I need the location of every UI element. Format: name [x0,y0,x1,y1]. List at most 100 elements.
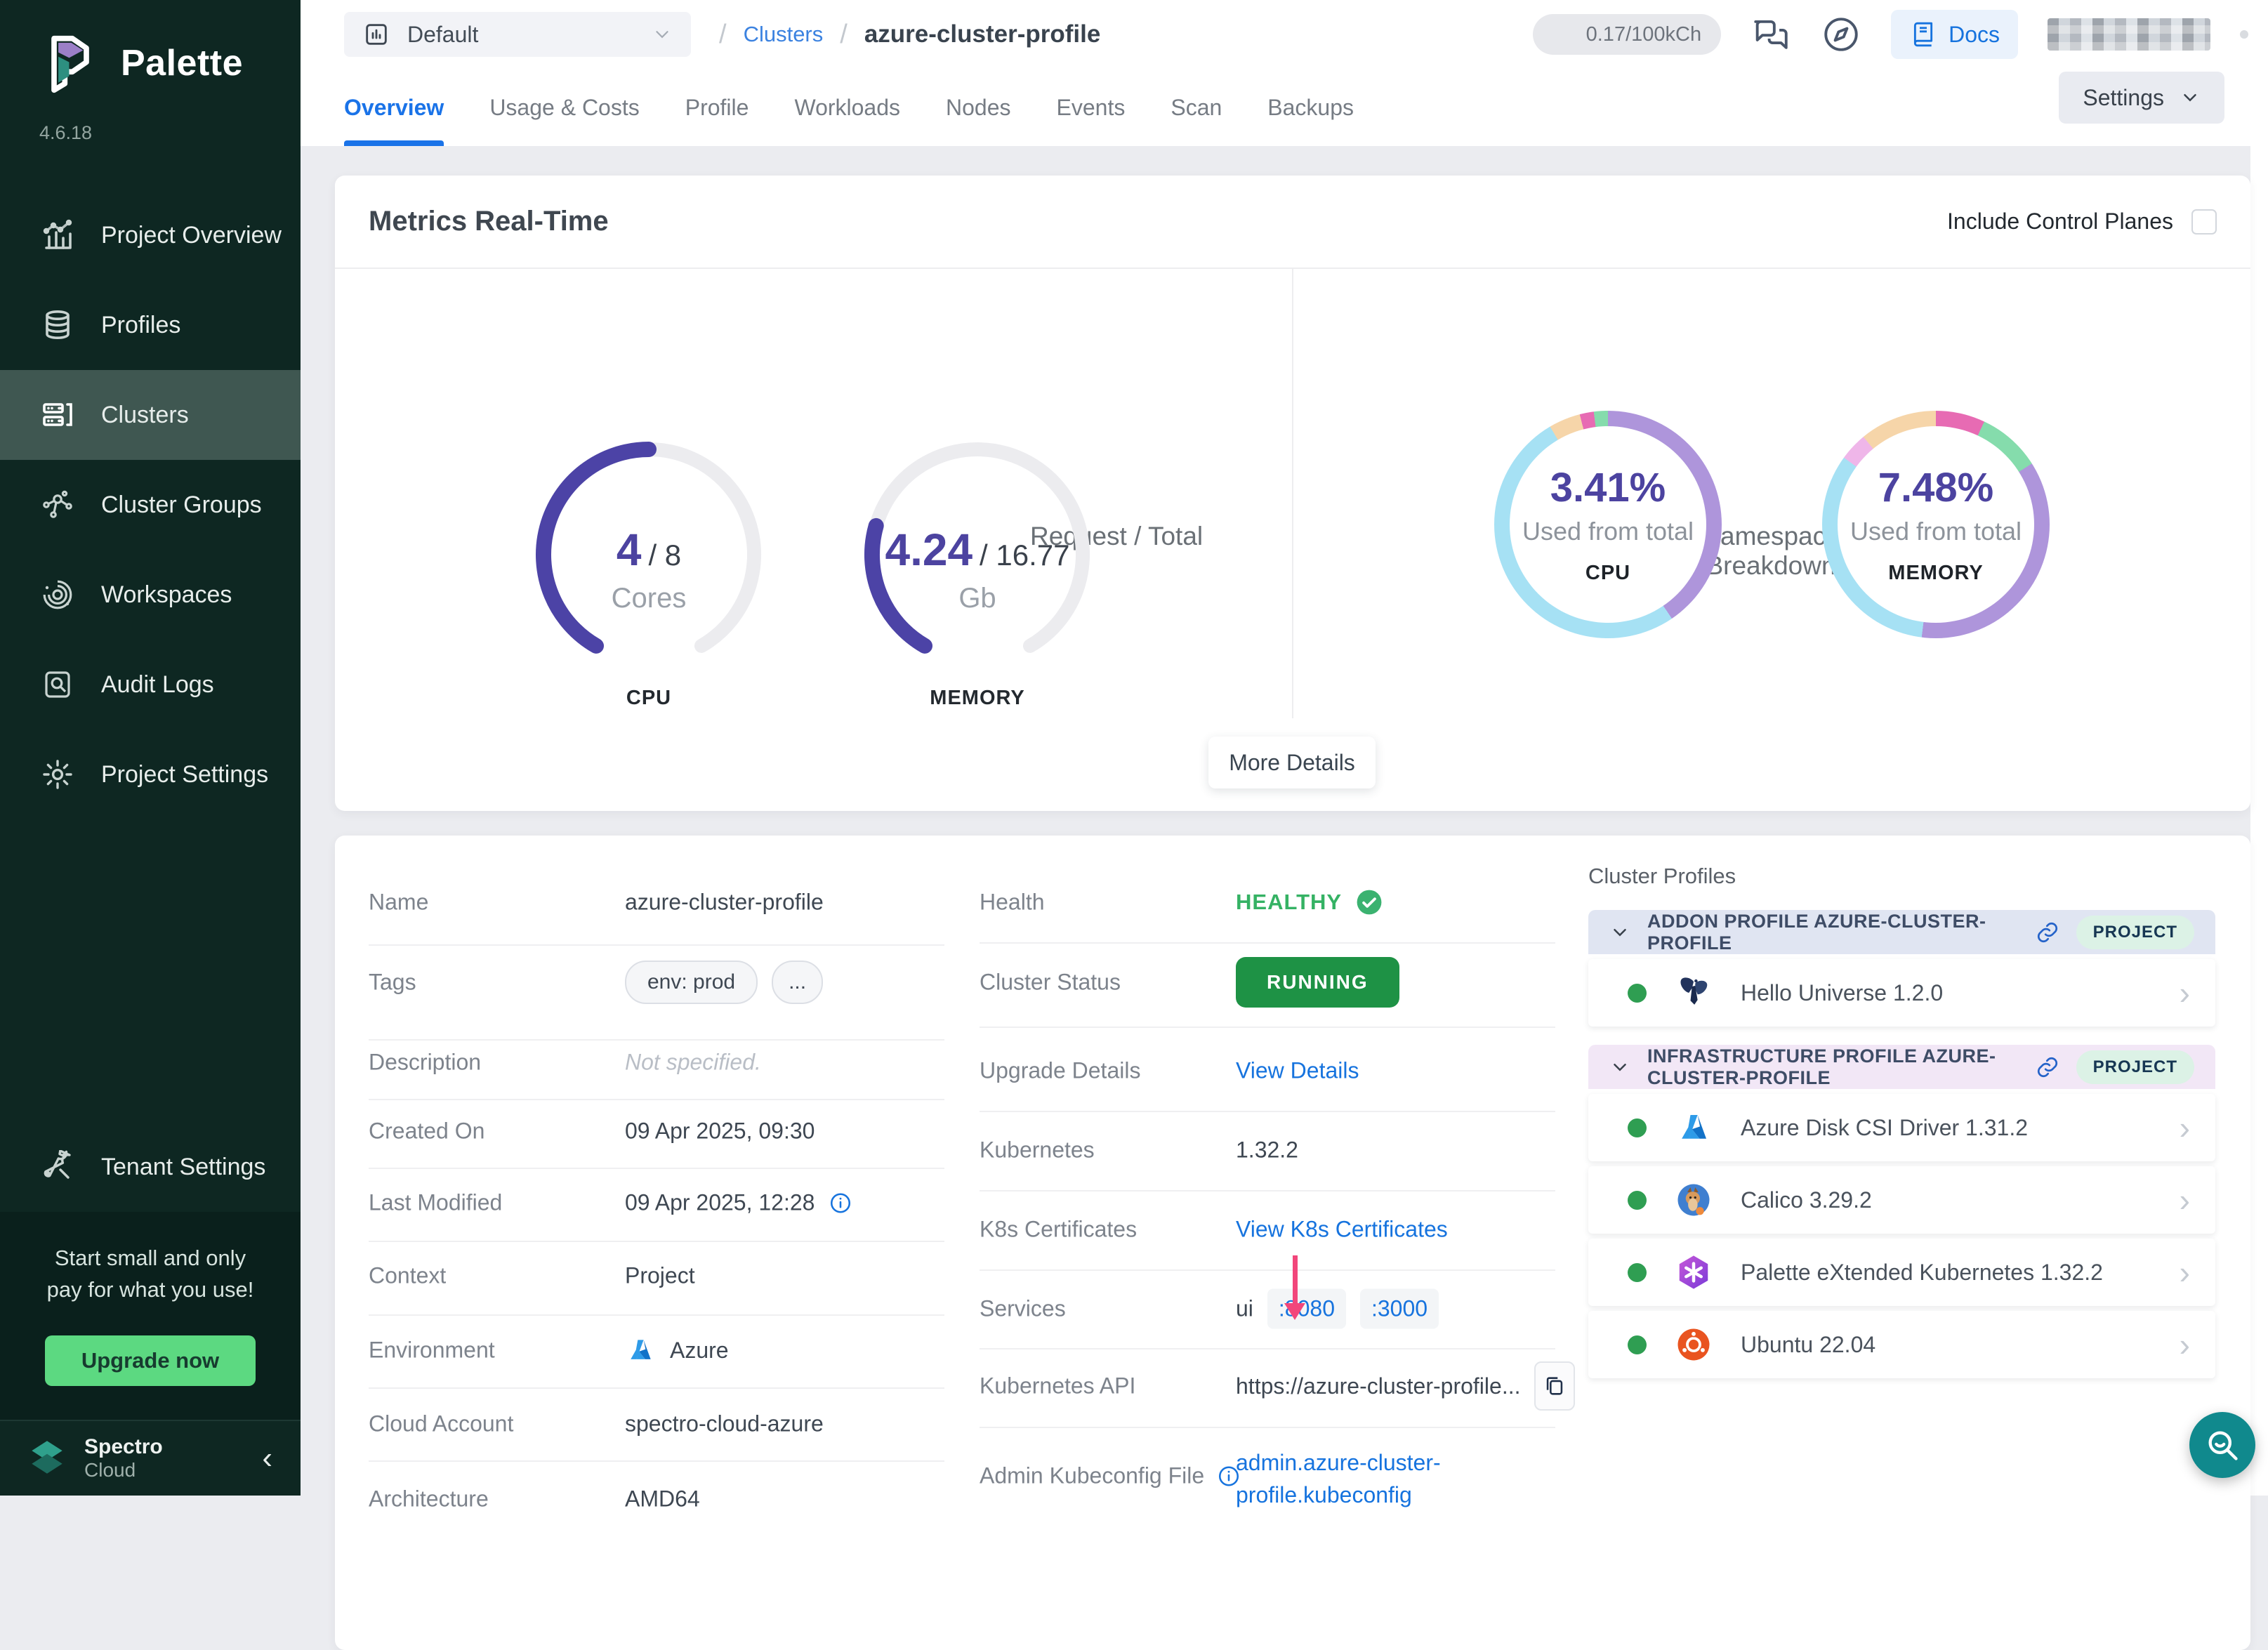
chevron-right-icon: › [2180,1184,2190,1216]
view-k8s-certificates-link[interactable]: View K8s Certificates [1236,1217,1448,1243]
credits-usage-pill: 0.17/100kCh [1533,14,1721,55]
tab-profile[interactable]: Profile [685,69,749,146]
addon-profile-header[interactable]: ADDON PROFILE AZURE-CLUSTER-PROFILE PROJ… [1588,910,2215,954]
infrastructure-profile-header[interactable]: INFRASTRUCTURE PROFILE AZURE-CLUSTER-PRO… [1588,1045,2215,1089]
admin-kubeconfig-link[interactable]: admin.azure-cluster-profile.kubeconfig [1236,1446,1482,1512]
profile-row-hello-universe[interactable]: Hello Universe 1.2.0 › [1588,959,2215,1027]
profile-row-azure-disk[interactable]: Azure Disk CSI Driver 1.31.2 › [1588,1094,2215,1161]
tab-usage-costs[interactable]: Usage & Costs [489,69,639,146]
sidebar-item-project-settings[interactable]: Project Settings [0,730,301,819]
more-details-button[interactable]: More Details [1208,737,1376,788]
tags-value: env: prod ... [625,961,823,1004]
description-value: Not specified. [625,1050,761,1076]
brand-row: Spectro Cloud ‹ [0,1420,301,1496]
project-selector[interactable]: Default [344,12,691,57]
field-label: Services [980,1296,1066,1322]
info-icon[interactable] [829,1191,852,1215]
cluster-profiles-title: Cluster Profiles [1588,864,2215,889]
tabs-row: Overview Usage & Costs Profile Workloads… [301,69,2268,146]
breadcrumb-separator: / [719,20,727,50]
sidebar-item-tenant-settings[interactable]: Tenant Settings [0,1122,301,1212]
memory-total-value: / 16.77 [980,539,1069,572]
include-control-planes: Include Control Planes [1947,209,2217,235]
field-label: Health [980,890,1045,916]
metrics-card: Metrics Real-Time Include Control Planes… [335,176,2250,811]
profile-row-calico[interactable]: Calico 3.29.2 › [1588,1166,2215,1234]
sidebar-item-label: Project Settings [101,761,268,788]
view-details-link[interactable]: View Details [1236,1058,1359,1084]
include-control-planes-checkbox[interactable] [2191,209,2217,235]
tab-events[interactable]: Events [1057,69,1126,146]
app-version: 4.6.18 [0,95,301,144]
chevron-down-icon [1609,922,1630,943]
search-fab-button[interactable] [2189,1412,2255,1478]
kubernetes-api-value: https://azure-cluster-profile... [1236,1361,1575,1411]
divider [369,1099,944,1100]
divider [369,944,944,946]
memory-gauge: 4.24 / 16.77 Gb MEMORY [858,435,1097,710]
field-label: Created On [369,1118,484,1144]
cpu-unit: Cores [612,583,687,614]
sidebar-item-audit-logs[interactable]: Audit Logs [0,640,301,730]
chat-icon[interactable] [1751,14,1791,55]
tag-more-chip[interactable]: ... [772,961,823,1004]
tab-nodes[interactable]: Nodes [946,69,1011,146]
sidebar-item-project-overview[interactable]: Project Overview [0,190,301,280]
link-icon [2036,920,2059,944]
app-logo[interactable]: Palette [0,0,301,95]
sidebar-item-clusters[interactable]: Clusters [0,370,301,460]
docs-button[interactable]: Docs [1891,10,2018,59]
bar-chart-icon [41,218,74,252]
cpu-used-percent: 3.41% [1550,464,1666,511]
profile-row-ubuntu[interactable]: Ubuntu 22.04 › [1588,1311,2215,1378]
sidebar-collapse-icon[interactable]: ‹ [262,1443,272,1474]
copy-button[interactable] [1534,1361,1575,1411]
scrollbar-track[interactable] [2250,146,2268,1496]
service-port-8080-link[interactable]: :8080 [1267,1289,1346,1329]
tab-backups[interactable]: Backups [1267,69,1354,146]
environment-value: Azure [625,1335,729,1366]
main-content: Metrics Real-Time Include Control Planes… [301,146,2268,1496]
chart-divider [1292,269,1293,718]
header: Default / Clusters / azure-cluster-profi… [301,0,2268,146]
memory-gauge-label: MEMORY [858,687,1097,710]
memory-unit: Gb [958,583,996,614]
field-label: K8s Certificates [980,1217,1137,1243]
metrics-card-header: Metrics Real-Time Include Control Planes [335,176,2250,269]
tag-chip[interactable]: env: prod [625,961,758,1004]
architecture-value: AMD64 [625,1486,700,1512]
sidebar-item-workspaces[interactable]: Workspaces [0,550,301,640]
user-name-redacted[interactable] [2048,18,2210,51]
field-label: Context [369,1263,446,1289]
tab-scan[interactable]: Scan [1171,69,1222,146]
cluster-status-badge[interactable]: RUNNING [1236,957,1399,1008]
service-port-3000-link[interactable]: :3000 [1360,1289,1439,1329]
profile-row-pxk[interactable]: Palette eXtended Kubernetes 1.32.2 › [1588,1239,2215,1306]
tabs: Overview Usage & Costs Profile Workloads… [344,69,1354,146]
server-icon [41,398,74,432]
cpu-namespace-donut: 3.41% Used from total CPU [1494,411,1722,638]
app-name: Palette [121,42,243,84]
sidebar-item-cluster-groups[interactable]: Cluster Groups [0,460,301,550]
project-selector-value: Default [407,22,478,48]
last-modified-value: 09 Apr 2025, 12:28 [625,1190,852,1216]
project-badge: PROJECT [2076,1050,2194,1084]
upgrade-now-button[interactable]: Upgrade now [45,1335,256,1386]
cpu-gauge-label: CPU [529,687,768,710]
azure-icon [625,1335,656,1366]
memory-namespace-donut: 7.48% Used from total MEMORY [1822,411,2050,638]
kubernetes-version-value: 1.32.2 [1236,1137,1298,1163]
field-label: Kubernetes API [980,1373,1135,1399]
breadcrumb-link-clusters[interactable]: Clusters [744,22,824,47]
divider [980,942,1555,944]
sidebar-item-profiles[interactable]: Profiles [0,280,301,370]
cpu-total-value: / 8 [648,539,681,572]
azure-icon [1675,1109,1713,1147]
compass-icon[interactable] [1821,14,1861,55]
tab-workloads[interactable]: Workloads [794,69,900,146]
tab-overview[interactable]: Overview [344,69,444,146]
settings-button[interactable]: Settings [2059,72,2224,124]
cluster-name-value: azure-cluster-profile [625,890,824,916]
divider [369,1241,944,1242]
divider [369,1460,944,1462]
